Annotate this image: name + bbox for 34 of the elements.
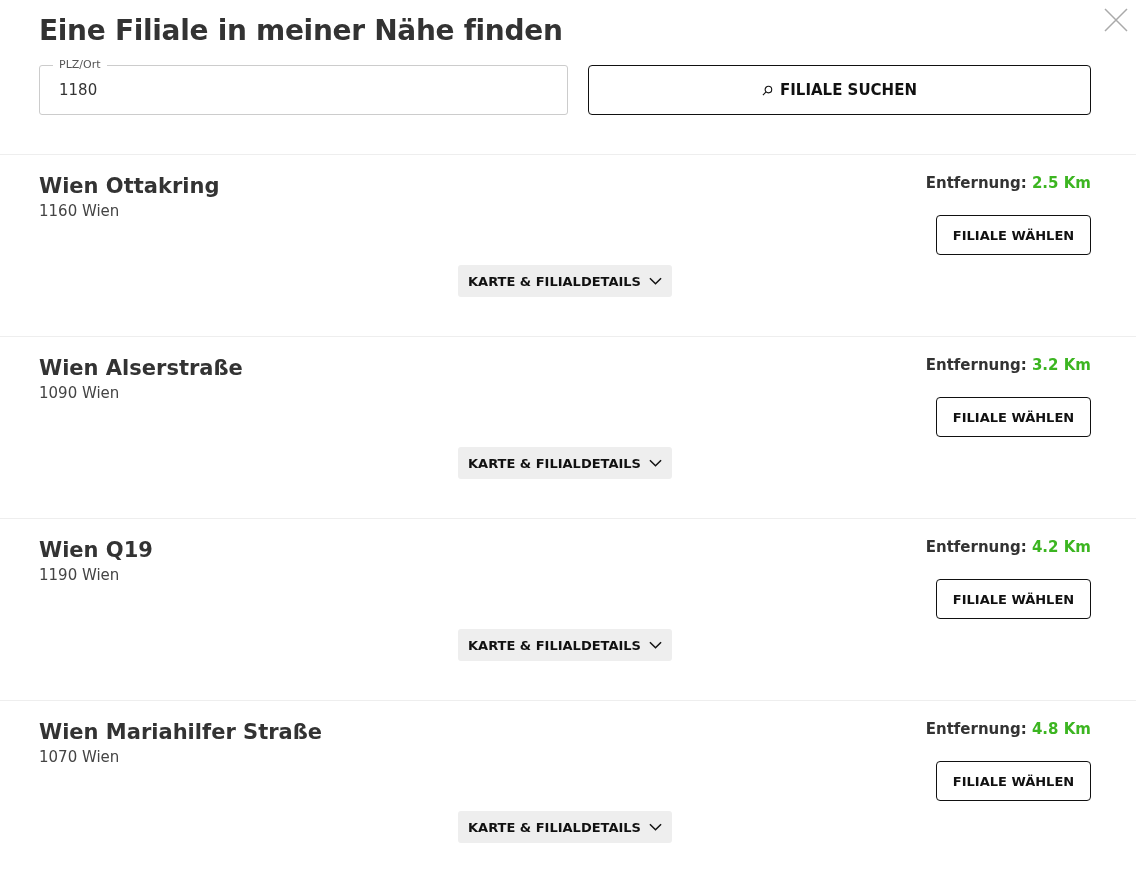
details-toggle[interactable]: KARTE & FILIALDETAILS — [458, 629, 672, 661]
field-value[interactable]: 1180 — [59, 81, 548, 99]
choose-store-button[interactable]: FILIALE WÄHLEN — [936, 215, 1091, 255]
chevron-icon — [649, 823, 662, 831]
store-name: Wien Alserstraße — [39, 356, 243, 380]
chevron-icon — [649, 459, 662, 467]
details-toggle[interactable]: KARTE & FILIALDETAILS — [458, 265, 672, 297]
store-address: 1090 Wien — [39, 384, 121, 402]
details-toggle[interactable]: KARTE & FILIALDETAILS — [458, 447, 672, 479]
dialog-title: Eine Filiale in meiner Nähe finden — [39, 14, 564, 47]
distance-value: 4.2 Km — [1031, 538, 1091, 556]
choose-store-button[interactable]: FILIALE WÄHLEN — [936, 397, 1091, 437]
store-name: Wien Q19 — [39, 538, 153, 562]
details-toggle[interactable]: KARTE & FILIALDETAILS — [458, 811, 672, 843]
distance-label: Entfernung: — [925, 174, 1027, 192]
chevron-icon — [649, 641, 662, 649]
distance-value: 2.5 Km — [1031, 174, 1091, 192]
distance-label: Entfernung: — [925, 720, 1027, 738]
store-name: Wien Mariahilfer Straße — [39, 720, 323, 744]
distance-label: Entfernung: — [925, 538, 1027, 556]
distance-value: 3.2 Km — [1031, 356, 1091, 374]
store-address: 1070 Wien — [39, 748, 121, 766]
search-button[interactable]: FILIALE SUCHEN — [588, 65, 1091, 115]
choose-store-button[interactable]: FILIALE WÄHLEN — [936, 579, 1091, 619]
store-name: Wien Ottakring — [39, 174, 220, 198]
store-address: 1190 Wien — [39, 566, 121, 584]
close-icon[interactable] — [1104, 8, 1128, 32]
store-address: 1160 Wien — [39, 202, 121, 220]
choose-store-button[interactable]: FILIALE WÄHLEN — [936, 761, 1091, 801]
search-icon — [762, 84, 773, 96]
postcode-field[interactable]: PLZ/Ort 1180 — [39, 57, 568, 115]
distance-value: 4.8 Km — [1031, 720, 1091, 738]
chevron-icon — [649, 277, 662, 285]
distance-label: Entfernung: — [925, 356, 1027, 374]
